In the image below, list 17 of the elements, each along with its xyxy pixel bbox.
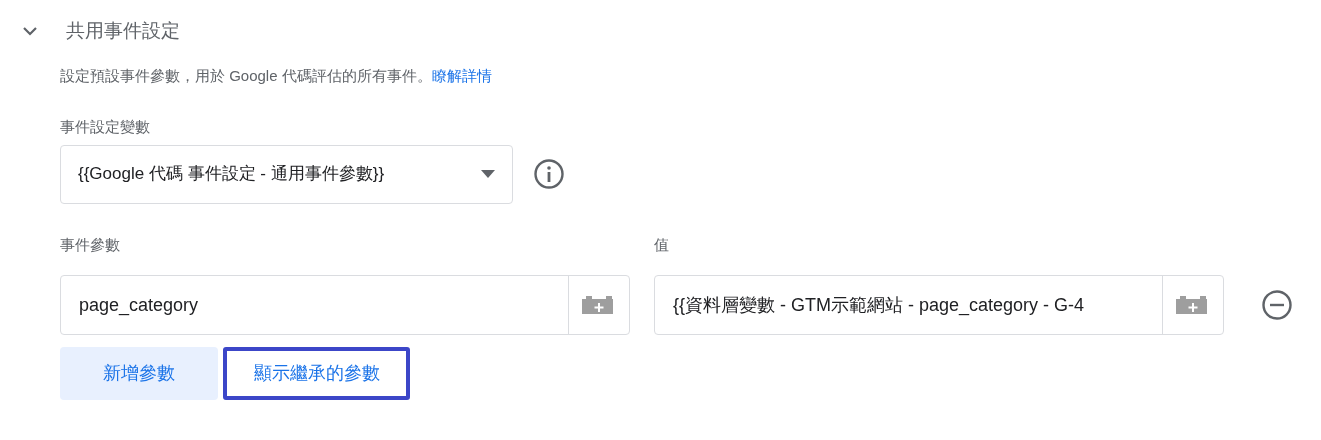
- variable-dropdown[interactable]: {{Google 代碼 事件設定 - 通用事件參數}}: [60, 144, 513, 204]
- value-field[interactable]: {{資料層變數 - GTM示範網站 - page_category - G-4: [654, 275, 1224, 335]
- add-variable-icon[interactable]: [582, 296, 616, 314]
- chevron-icon[interactable]: [22, 26, 38, 36]
- column-label: 事件參數: [60, 235, 120, 253]
- section-title: 共用事件設定: [66, 18, 180, 43]
- learn-more-link[interactable]: 瞭解詳情: [431, 67, 492, 84]
- dropdown-caret-icon: [481, 170, 495, 178]
- add-parameter-button[interactable]: 新增參數: [60, 347, 218, 400]
- column-label: 值: [654, 235, 669, 253]
- field-label: 事件設定變數: [60, 118, 150, 135]
- description: 設定預設事件參數，用於 Google 代碼評估的所有事件。瞭解詳情: [60, 67, 492, 84]
- parameter-field[interactable]: page_category: [60, 275, 630, 335]
- add-variable-icon[interactable]: [1176, 296, 1210, 314]
- show-inherited-button[interactable]: 顯示繼承的參數: [223, 347, 410, 400]
- remove-icon[interactable]: [1261, 289, 1293, 321]
- info-icon[interactable]: [533, 158, 565, 190]
